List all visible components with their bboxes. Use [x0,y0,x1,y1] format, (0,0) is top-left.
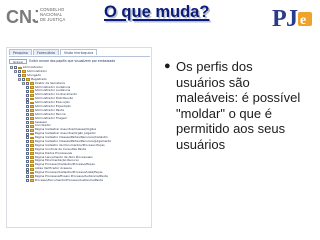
bullet-line: usuários [176,136,226,152]
tree-checkbox[interactable] [26,179,29,183]
slide-title: O que muda? [104,3,210,21]
tree-row-label: Processo/Documento/Processo/Audiência/Pa… [34,178,104,182]
cnj-mark-icon: CNJ [6,7,38,27]
save-button[interactable]: Gravar [9,58,28,64]
bullet-line: usuários são [176,74,250,90]
folder-icon [30,179,34,183]
tab-visao-hierarquica[interactable]: Visão hierárquica [60,49,98,55]
tab-formulario[interactable]: Formulário [32,49,59,55]
cnj-logo: CNJ CONSELHO NACIONAL DE JUSTIÇA [6,5,70,29]
cnj-line: DE JUSTIÇA [40,17,66,22]
pje-j-letter: J [286,6,298,30]
tree-row[interactable]: Processo/Documento/Processo/Audiência/Pa… [10,179,150,183]
bullet-line: permitido aos seus [176,121,286,136]
bullet-line: "moldar" o que é [176,105,272,121]
cnj-wordmark: CONSELHO NACIONAL DE JUSTIÇA [40,7,65,22]
tab-bar: Pesquisa Formulário Visão hierárquica [9,49,98,56]
bullet-dot-icon: ● [164,60,171,72]
tab-pesquisa[interactable]: Pesquisa [9,49,32,55]
profile-tree: − administrador − Administrador Advogado − Mag… [10,66,150,183]
pje-e-letter: e [300,13,306,28]
pje-logo: P J e [272,6,312,30]
toolbar-options-label: Exibir arvore dos papéis que visualizem … [29,59,116,63]
bullet-line: maleáveis: é possível [176,90,301,105]
bullet-point: ● Os perfis dos usuários são maleáveis: … [164,59,316,152]
toolbar: Gravar Exibir arvore dos papéis que visu… [9,56,150,64]
cnj-initials: CNJ [6,7,38,27]
bullet-line: Os perfis dos [176,59,253,74]
pje-p-letter: P [272,6,287,30]
profile-tree-screenshot: Pesquisa Formulário Visão hierárquica Gr… [6,47,152,228]
